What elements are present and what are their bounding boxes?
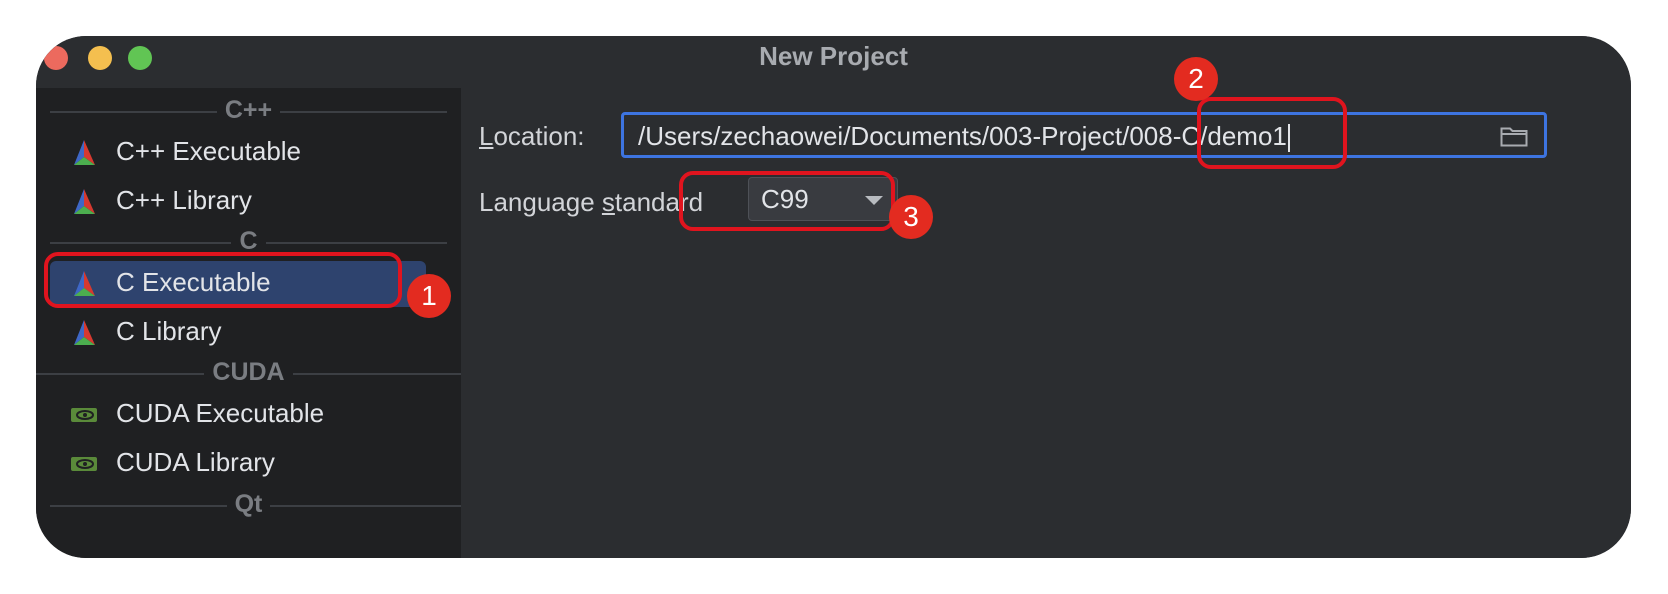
window-title: New Project (759, 41, 908, 71)
location-input-value: /Users/zechaowei/Documents/003-Project/0… (638, 121, 1290, 153)
sidebar-item-label: CUDA Library (116, 447, 275, 477)
cmake-icon (74, 320, 95, 345)
group-header-label: Qt (226, 490, 271, 518)
annotation-badge-1: 1 (407, 274, 451, 318)
highlight-box-location (1197, 97, 1347, 169)
sidebar-item-label: C++ Executable (116, 136, 302, 166)
project-type-sidebar: C++ C++ Executable C++ Library C C Execu… (36, 88, 461, 558)
sidebar-item-c-library[interactable]: C Library (50, 310, 470, 356)
annotation-badge-3: 3 (889, 195, 933, 239)
group-header-cpp: C++ (36, 96, 461, 126)
group-header-label: C (231, 227, 266, 255)
annotation-badge-2: 2 (1174, 57, 1218, 101)
highlight-box-language-standard (679, 171, 895, 231)
group-header-cuda: CUDA (36, 358, 461, 388)
group-header-label: CUDA (204, 358, 293, 386)
location-input[interactable]: /Users/zechaowei/Documents/003-Project/0… (621, 112, 1547, 158)
location-label: Location: (479, 121, 585, 151)
cmake-icon (74, 140, 95, 165)
sidebar-item-cpp-executable[interactable]: C++ Executable (50, 130, 470, 176)
sidebar-item-cpp-library[interactable]: C++ Library (50, 179, 470, 225)
sidebar-item-label: C Library (116, 316, 222, 346)
sidebar-item-cuda-library[interactable]: CUDA Library (50, 441, 470, 487)
language-standard-label: Language standard (479, 187, 704, 217)
highlight-box-c-executable (44, 252, 402, 308)
folder-icon[interactable] (1500, 125, 1528, 147)
group-header-label: C++ (216, 96, 281, 124)
sidebar-item-label: CUDA Executable (116, 398, 325, 428)
project-settings-panel: Location: /Users/zechaowei/Documents/003… (461, 88, 1631, 558)
nvidia-icon (71, 408, 97, 422)
title-bar: New Project (36, 36, 1631, 88)
nvidia-icon (71, 457, 97, 471)
sidebar-item-cuda-executable[interactable]: CUDA Executable (50, 392, 470, 438)
sidebar-item-label: C++ Library (116, 185, 252, 215)
group-header-qt: Qt (36, 490, 461, 520)
cmake-icon (74, 189, 95, 214)
